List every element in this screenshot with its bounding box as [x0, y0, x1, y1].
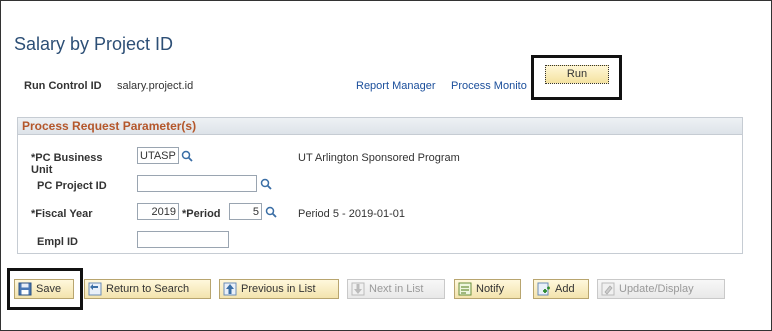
return-to-search-button[interactable]: Return to Search — [84, 279, 211, 299]
report-manager-link[interactable]: Report Manager — [356, 80, 436, 92]
update-display-icon — [601, 282, 615, 296]
previous-in-list-button[interactable]: Previous in List — [219, 279, 339, 299]
save-label: Save — [36, 283, 62, 295]
update-display-label: Update/Display — [619, 283, 694, 295]
down-arrow-list-icon — [351, 282, 365, 296]
business-unit-input[interactable] — [137, 147, 179, 164]
add-button[interactable]: Add — [533, 279, 589, 299]
notify-icon — [458, 282, 472, 296]
business-unit-lookup-icon[interactable] — [181, 150, 193, 162]
fiscal-year-label: *Fiscal Year — [31, 208, 93, 220]
notify-label: Notify — [476, 283, 505, 295]
return-to-search-label: Return to Search — [106, 283, 190, 295]
empl-id-input[interactable] — [137, 231, 229, 248]
run-control-value: salary.project.id — [117, 80, 194, 92]
group-header: Process Request Parameter(s) — [18, 118, 742, 135]
project-id-input[interactable] — [137, 175, 257, 192]
return-arrow-icon — [88, 282, 102, 296]
floppy-disk-icon — [18, 282, 32, 296]
add-icon — [537, 282, 550, 296]
previous-in-list-label: Previous in List — [241, 283, 316, 295]
period-description: Period 5 - 2019-01-01 — [298, 208, 406, 220]
project-id-lookup-icon[interactable] — [260, 178, 272, 190]
period-lookup-icon[interactable] — [265, 206, 277, 218]
next-in-list-label: Next in List — [369, 283, 424, 295]
save-button[interactable]: Save — [14, 279, 74, 299]
process-monitor-link[interactable]: Process Monito — [451, 80, 527, 92]
next-in-list-button: Next in List — [347, 279, 445, 299]
business-unit-label: *PC Business Unit — [31, 152, 103, 176]
business-unit-description: UT Arlington Sponsored Program — [298, 152, 460, 164]
run-button[interactable]: Run — [545, 65, 609, 84]
update-display-button: Update/Display — [597, 279, 725, 299]
project-id-label: PC Project ID — [37, 180, 107, 192]
process-request-parameters-group: Process Request Parameter(s) — [17, 117, 743, 254]
empl-id-label: Empl ID — [37, 236, 78, 248]
page-title: Salary by Project ID — [14, 34, 174, 54]
notify-button[interactable]: Notify — [454, 279, 521, 299]
period-label: *Period — [182, 208, 221, 220]
add-label: Add — [555, 283, 575, 295]
run-control-label: Run Control ID — [24, 80, 102, 92]
period-input[interactable] — [229, 203, 262, 220]
fiscal-year-input[interactable] — [137, 203, 179, 220]
up-arrow-list-icon — [223, 282, 237, 296]
